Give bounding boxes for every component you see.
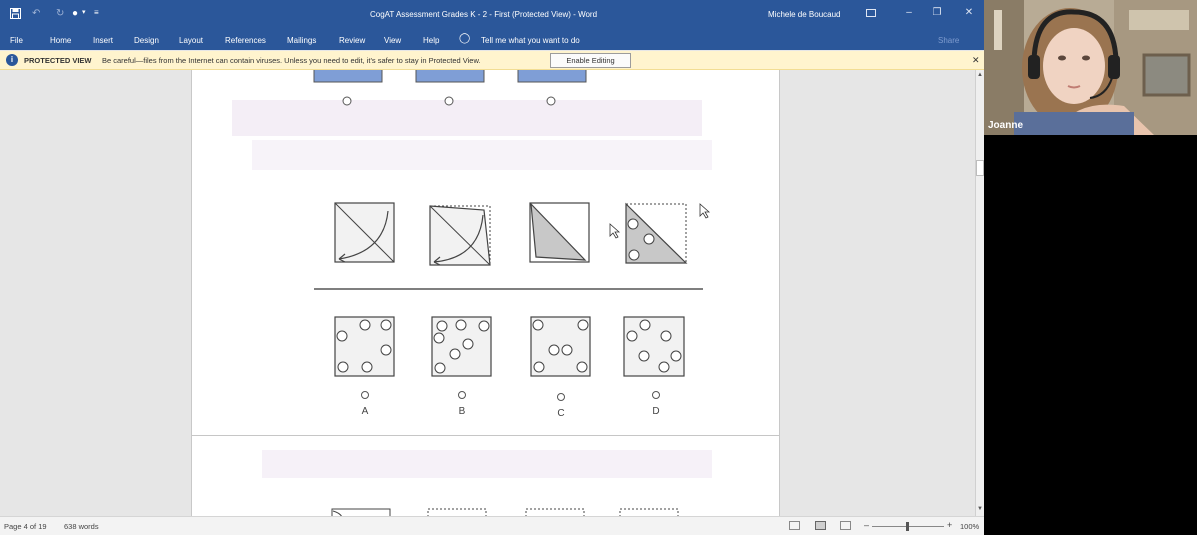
minimize-icon[interactable]: – [902, 7, 916, 19]
answer-choice-b[interactable] [431, 316, 492, 377]
participant-name: Joanne [988, 120, 1024, 131]
zoom-out-icon[interactable]: – [864, 520, 869, 530]
protected-view-label: PROTECTED VIEW [24, 56, 92, 65]
ribbon-tabs: File Home Insert Design Layout Reference… [0, 30, 984, 50]
status-bar: Page 4 of 19 638 words – + 100% [0, 516, 984, 535]
zoom-level[interactable]: 100% [960, 522, 979, 531]
tab-insert[interactable]: Insert [93, 36, 113, 45]
zoom-slider-thumb[interactable] [906, 522, 909, 531]
lightbulb-icon[interactable]: ◯ [459, 33, 470, 44]
scroll-up-icon[interactable]: ▲ [977, 72, 983, 78]
answer-radio-d[interactable] [652, 391, 660, 399]
save-icon[interactable] [10, 8, 21, 22]
fold-step-3 [529, 202, 590, 263]
answer-label-a: A [362, 406, 369, 417]
web-layout-icon[interactable] [840, 521, 851, 530]
fold-step-1 [334, 202, 395, 263]
tab-design[interactable]: Design [134, 36, 159, 45]
next-question-preview [331, 508, 679, 516]
tab-review[interactable]: Review [339, 36, 365, 45]
tab-layout[interactable]: Layout [179, 36, 203, 45]
previous-answer-boxes [313, 70, 587, 106]
word-count[interactable]: 638 words [64, 522, 99, 531]
undo-icon[interactable]: ↶ [32, 8, 40, 19]
enable-editing-button[interactable]: Enable Editing [550, 53, 631, 68]
page-count[interactable]: Page 4 of 19 [4, 522, 47, 531]
title-bar: ↶ ↻ ● ▾ ≡ CogAT Assessment Grades K - 2 … [0, 0, 984, 30]
restore-icon[interactable]: ❐ [930, 7, 944, 19]
protected-view-bar: i PROTECTED VIEW Be careful—files from t… [0, 51, 984, 70]
answer-choice-d[interactable] [623, 316, 685, 377]
page-break [192, 435, 779, 436]
redo-icon[interactable]: ↻ [56, 8, 64, 19]
document-title: CogAT Assessment Grades K - 2 - First (P… [370, 10, 598, 19]
protected-view-message: Be careful—files from the Internet can c… [102, 56, 481, 65]
answer-radio-c[interactable] [557, 393, 565, 401]
answer-choice-c[interactable] [530, 316, 591, 377]
fold-step-2 [429, 205, 491, 266]
answer-label-b: B [459, 406, 466, 417]
vertical-scrollbar[interactable]: ▲ ▼ [975, 70, 984, 516]
print-layout-icon[interactable] [815, 521, 826, 530]
share-button[interactable]: Share [938, 36, 959, 45]
tab-view[interactable]: View [384, 36, 401, 45]
scroll-down-icon[interactable]: ▼ [977, 506, 983, 512]
dropdown-chevron-icon[interactable]: ▾ [82, 8, 86, 16]
tab-references[interactable]: References [225, 36, 266, 45]
read-mode-icon[interactable] [789, 521, 800, 530]
answer-label-d: D [652, 406, 659, 417]
tab-help[interactable]: Help [423, 36, 439, 45]
document-page[interactable]: A B C D [191, 70, 780, 516]
word-window: ↶ ↻ ● ▾ ≡ CogAT Assessment Grades K - 2 … [0, 0, 984, 535]
answer-choice-a[interactable] [334, 316, 395, 377]
answer-radio-b[interactable] [458, 391, 466, 399]
fold-step-4-punched [625, 202, 688, 264]
tab-file[interactable]: File [10, 36, 23, 45]
zoom-in-icon[interactable]: + [947, 520, 952, 530]
ribbon-display-options-icon[interactable] [866, 9, 876, 17]
tell-me-search[interactable]: Tell me what you want to do [481, 36, 580, 45]
scroll-thumb[interactable] [976, 160, 984, 176]
touch-mode-icon[interactable]: ● [72, 8, 78, 19]
tab-home[interactable]: Home [50, 36, 71, 45]
close-icon[interactable]: ✕ [962, 7, 976, 19]
video-call-panel: Joanne [984, 0, 1197, 535]
user-name[interactable]: Michele de Boucaud [768, 10, 841, 19]
answer-label-c: C [557, 408, 564, 419]
question-figures: A B C D [313, 70, 711, 516]
participant-video: Joanne [984, 0, 1197, 135]
shield-info-icon: i [6, 54, 18, 66]
answer-radio-a[interactable] [361, 391, 369, 399]
mouse-pointer-icon [609, 203, 711, 239]
customize-toolbar-icon[interactable]: ≡ [94, 8, 99, 17]
close-message-icon[interactable]: ✕ [972, 55, 980, 66]
tab-mailings[interactable]: Mailings [287, 36, 316, 45]
participant-video-frame [984, 0, 1197, 135]
